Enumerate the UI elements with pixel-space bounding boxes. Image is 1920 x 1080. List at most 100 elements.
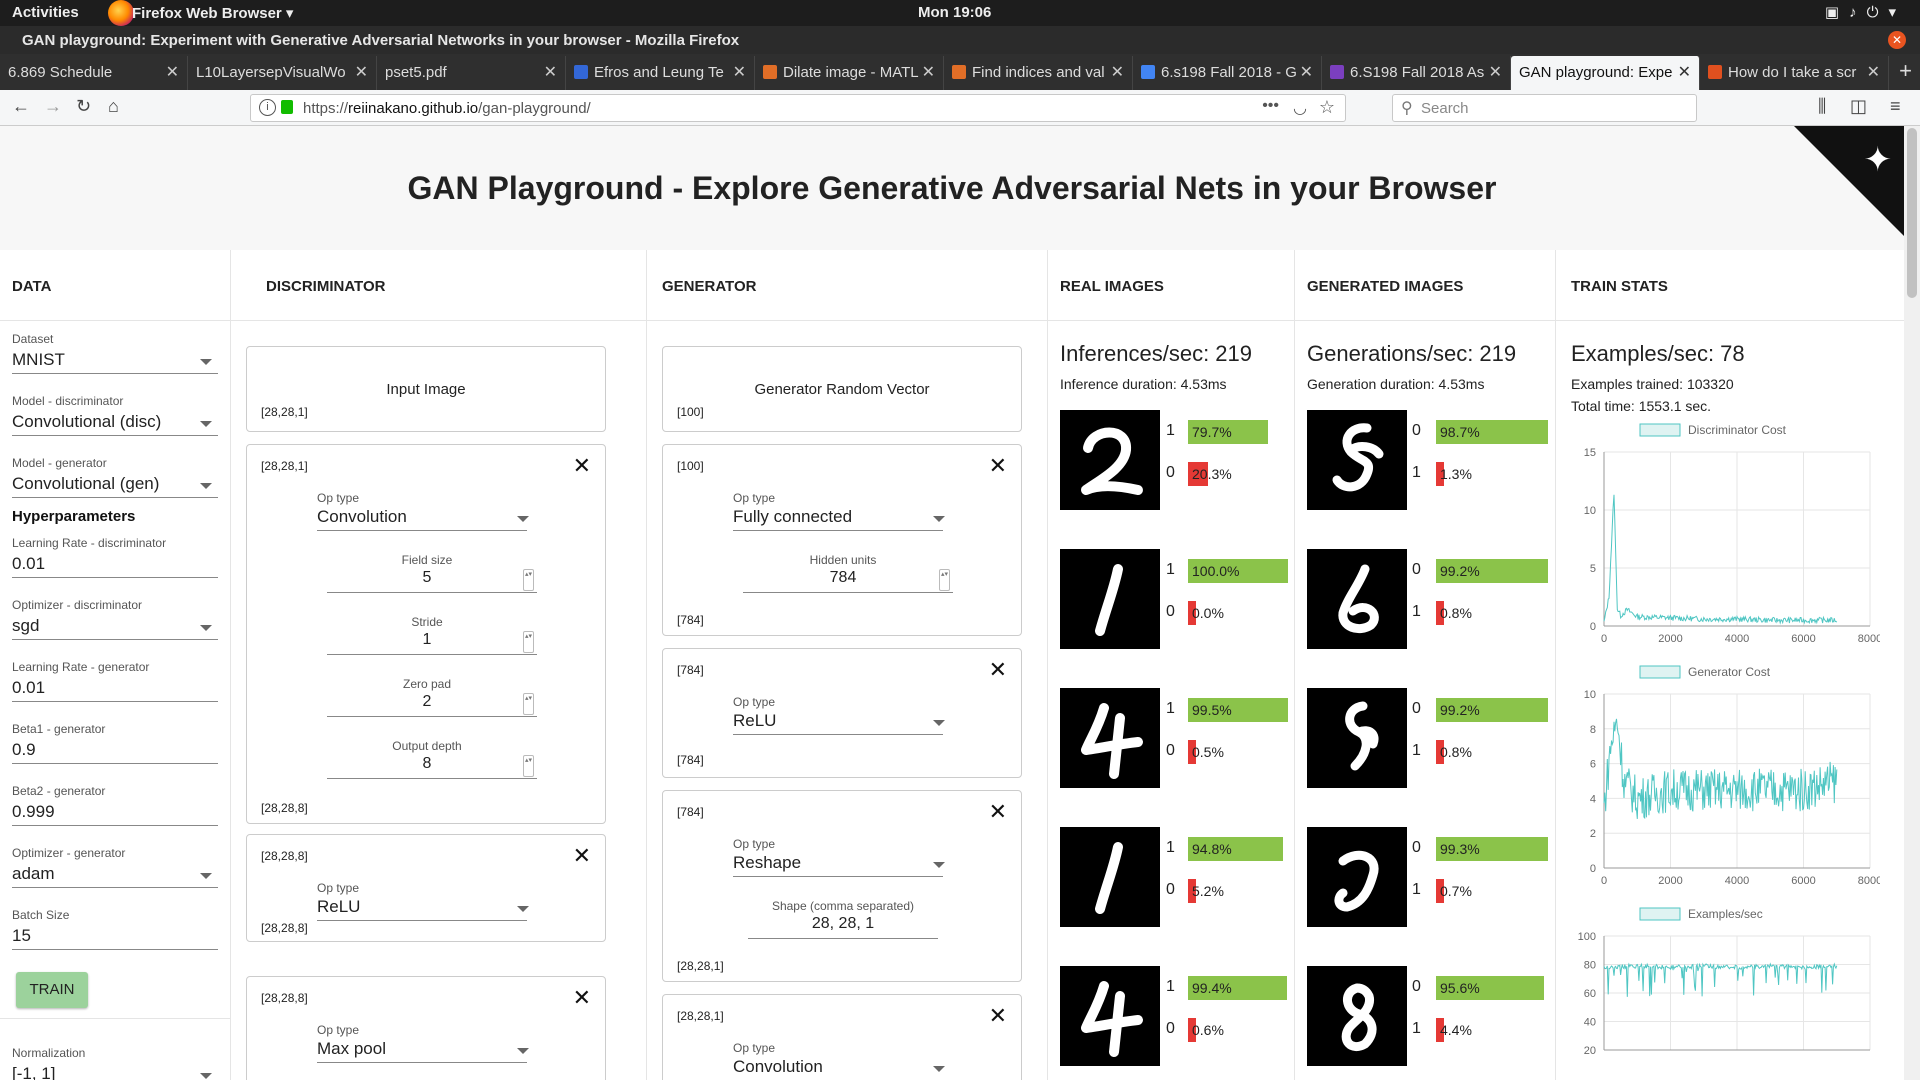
bookmark-star-icon[interactable]: ☆ xyxy=(1319,97,1335,118)
tab-active[interactable]: GAN playground: Expe ✕ xyxy=(1511,56,1700,90)
more-actions-icon[interactable]: ••• xyxy=(1262,97,1279,115)
chevron-down-icon[interactable] xyxy=(200,625,212,631)
chevron-down-icon[interactable] xyxy=(517,1048,529,1054)
stepper-icon[interactable]: ▴▾ xyxy=(523,569,534,591)
close-tab-icon[interactable]: ✕ xyxy=(166,56,179,90)
forward-icon[interactable]: → xyxy=(44,96,62,117)
class-label: 1 xyxy=(1412,464,1421,481)
class-label: 0 xyxy=(1412,839,1421,856)
remove-layer-icon[interactable]: ✕ xyxy=(989,659,1007,681)
chevron-down-icon[interactable] xyxy=(200,483,212,489)
library-icon[interactable]: ⫼ xyxy=(1818,96,1826,117)
model-disc-select[interactable]: Convolutional (disc) xyxy=(12,412,161,432)
dataset-select[interactable]: MNIST xyxy=(12,350,65,370)
lr-gen-input[interactable]: 0.01 xyxy=(12,678,45,698)
remove-layer-icon[interactable]: ✕ xyxy=(989,1005,1007,1027)
url-bar[interactable]: i https://reiinakano.github.io/gan-playg… xyxy=(250,94,1346,122)
class-label: 1 xyxy=(1166,700,1175,717)
op-type-select[interactable]: ReLU xyxy=(733,711,776,731)
tab[interactable]: 6.S198 Fall 2018 As ✕ xyxy=(1322,56,1511,90)
stepper-icon[interactable]: ▴▾ xyxy=(939,569,950,591)
page-scrollbar[interactable] xyxy=(1904,126,1920,1080)
model-gen-select[interactable]: Convolutional (gen) xyxy=(12,474,159,494)
close-tab-icon[interactable]: ✕ xyxy=(1111,56,1124,90)
tab[interactable]: Dilate image - MATL ✕ xyxy=(755,56,944,90)
close-tab-icon[interactable]: ✕ xyxy=(355,56,368,90)
scrollbar-thumb[interactable] xyxy=(1907,128,1917,298)
chevron-down-icon[interactable] xyxy=(517,516,529,522)
field-size-input[interactable]: 5 xyxy=(327,569,527,587)
close-tab-icon[interactable]: ✕ xyxy=(733,56,746,90)
tab[interactable]: pset5.pdf ✕ xyxy=(377,56,566,90)
chevron-down-icon[interactable] xyxy=(200,359,212,365)
chevron-down-icon[interactable] xyxy=(933,516,945,522)
chevron-down-icon[interactable] xyxy=(933,720,945,726)
op-type-select[interactable]: Reshape xyxy=(733,853,801,873)
lock-icon[interactable] xyxy=(281,100,293,114)
opt-disc-select[interactable]: sgd xyxy=(12,616,39,636)
tab[interactable]: 6.s198 Fall 2018 - G ✕ xyxy=(1133,56,1322,90)
beta1-input[interactable]: 0.9 xyxy=(12,740,36,760)
remove-layer-icon[interactable]: ✕ xyxy=(573,845,591,867)
back-icon[interactable]: ← xyxy=(12,96,30,117)
stepper-icon[interactable]: ▴▾ xyxy=(523,693,534,715)
stride-input[interactable]: 1 xyxy=(327,631,527,649)
zero-pad-input[interactable]: 2 xyxy=(327,693,527,711)
sidebar-icon[interactable]: ◫ xyxy=(1850,96,1867,117)
menu-icon[interactable]: ≡ xyxy=(1890,96,1901,117)
op-type-select[interactable]: Convolution xyxy=(733,1057,823,1077)
chevron-down-icon[interactable] xyxy=(517,906,529,912)
batch-size-input[interactable]: 15 xyxy=(12,926,31,946)
remove-layer-icon[interactable]: ✕ xyxy=(573,455,591,477)
stepper-icon[interactable]: ▴▾ xyxy=(523,755,534,777)
normalization-select[interactable]: [-1, 1] xyxy=(12,1064,55,1080)
chevron-down-icon[interactable] xyxy=(200,873,212,879)
chevron-down-icon[interactable] xyxy=(933,862,945,868)
close-tab-icon[interactable]: ✕ xyxy=(544,56,557,90)
close-tab-icon[interactable]: ✕ xyxy=(1678,56,1691,90)
close-tab-icon[interactable]: ✕ xyxy=(1867,56,1880,90)
op-type-select[interactable]: ReLU xyxy=(317,897,360,917)
activities-button[interactable]: Activities xyxy=(12,4,79,21)
op-type-select[interactable]: Convolution xyxy=(317,507,407,527)
op-type-select[interactable]: Fully connected xyxy=(733,507,852,527)
close-tab-icon[interactable]: ✕ xyxy=(1300,56,1313,90)
home-icon[interactable]: ⌂ xyxy=(108,96,119,117)
prob-bar-real-value: 99.5% xyxy=(1192,702,1232,718)
tab[interactable]: L10LayersepVisualWo ✕ xyxy=(188,56,377,90)
close-window-icon[interactable]: ✕ xyxy=(1888,31,1906,49)
output-depth-input[interactable]: 8 xyxy=(327,755,527,773)
digit-stroke xyxy=(1081,981,1143,1057)
close-tab-icon[interactable]: ✕ xyxy=(922,56,935,90)
remove-layer-icon[interactable]: ✕ xyxy=(989,801,1007,823)
url-text[interactable]: https://reiinakano.github.io/gan-playgro… xyxy=(303,100,591,117)
hidden-units-input[interactable]: 784 xyxy=(743,569,943,587)
chevron-down-icon[interactable] xyxy=(200,421,212,427)
remove-layer-icon[interactable]: ✕ xyxy=(573,987,591,1009)
op-type-select[interactable]: Max pool xyxy=(317,1039,386,1059)
lr-disc-input[interactable]: 0.01 xyxy=(12,554,45,574)
system-tray[interactable]: ▣♪⏻▾ xyxy=(1825,3,1906,21)
chevron-down-icon[interactable] xyxy=(200,1073,212,1079)
clock[interactable]: Mon 19:06 xyxy=(918,4,991,21)
x-tick-label: 0 xyxy=(1601,633,1607,645)
app-menu[interactable]: Firefox Web Browser ▾ xyxy=(132,4,293,22)
pocket-icon[interactable]: ◡ xyxy=(1293,98,1307,118)
search-box[interactable]: ⚲ Search xyxy=(1392,94,1697,122)
stepper-icon[interactable]: ▴▾ xyxy=(523,631,534,653)
github-corner[interactable]: ✦ xyxy=(1794,126,1904,236)
tab[interactable]: 6.869 Schedule ✕ xyxy=(0,56,188,90)
tab[interactable]: How do I take a scr ✕ xyxy=(1700,56,1889,90)
reload-icon[interactable]: ↻ xyxy=(76,96,91,117)
train-button[interactable]: TRAIN xyxy=(16,972,88,1008)
opt-gen-select[interactable]: adam xyxy=(12,864,55,884)
new-tab-icon[interactable]: + xyxy=(1899,58,1912,84)
info-icon[interactable]: i xyxy=(259,99,276,116)
tab[interactable]: Find indices and val ✕ xyxy=(944,56,1133,90)
beta2-input[interactable]: 0.999 xyxy=(12,802,55,822)
tab[interactable]: Efros and Leung Te ✕ xyxy=(566,56,755,90)
close-tab-icon[interactable]: ✕ xyxy=(1489,56,1502,90)
remove-layer-icon[interactable]: ✕ xyxy=(989,455,1007,477)
shape-field-input[interactable]: 28, 28, 1 xyxy=(743,915,943,933)
chevron-down-icon[interactable] xyxy=(933,1066,945,1072)
